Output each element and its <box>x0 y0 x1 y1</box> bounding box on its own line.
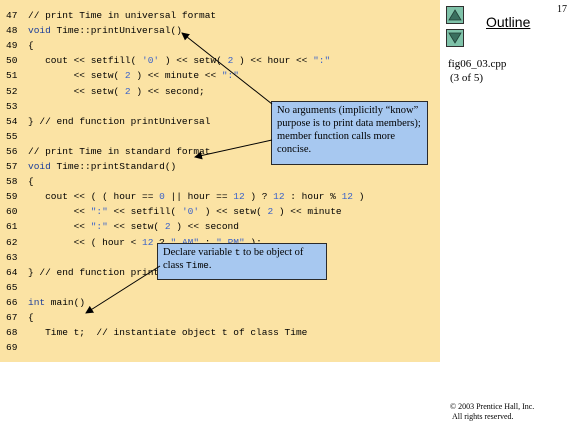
code-line: 59 cout << ( ( hour == 0 || hour == 12 )… <box>0 189 440 205</box>
code-text: void Time::printStandard() <box>28 161 177 172</box>
line-number: 56 <box>6 145 18 157</box>
line-number: 59 <box>6 191 18 203</box>
line-number: 66 <box>6 296 18 308</box>
triangle-up-icon <box>448 9 462 21</box>
code-line: 66 int main() <box>0 295 440 311</box>
code-text: { <box>28 312 34 323</box>
callout-declare-suffix: . <box>208 260 212 271</box>
code-text: cout << ( ( hour == 0 || hour == 12 ) ? … <box>28 191 365 203</box>
code-text: << ":" << setw( 2 ) << second <box>28 221 239 233</box>
nav-down-button[interactable] <box>446 29 464 47</box>
code-line: 69 <box>0 340 440 356</box>
line-number: 63 <box>6 251 18 263</box>
line-number: 61 <box>6 221 18 233</box>
callout-declare-prefix: Declare variable <box>163 247 235 258</box>
code-text: // print Time in universal format <box>28 10 217 21</box>
file-name: fig06_03.cpp <box>448 58 507 70</box>
code-text: void Time::printUniversal() <box>28 25 182 37</box>
triangle-down-icon <box>448 32 462 44</box>
part-indicator: (3 of 5) <box>450 72 483 84</box>
line-number: 69 <box>6 342 18 354</box>
line-number: 57 <box>6 161 18 172</box>
code-text: int main() <box>28 296 86 308</box>
code-line: 50 cout << setfill( '0' ) << setw( 2 ) <… <box>0 53 440 69</box>
line-number: 49 <box>6 40 18 52</box>
code-text: Time t; // instantiate object t of class… <box>28 327 308 339</box>
code-line: 58 { <box>0 174 440 190</box>
copyright-notice: © 2003 Prentice Hall, Inc. All rights re… <box>450 402 534 422</box>
line-number: 60 <box>6 206 18 218</box>
line-number: 65 <box>6 281 18 293</box>
page-number: 17 <box>557 4 567 15</box>
code-listing-panel: 47 // print Time in universal format 48 voi… <box>0 0 440 362</box>
line-number: 58 <box>6 176 18 188</box>
callout-declare-class: Time <box>186 260 209 271</box>
line-number: 47 <box>6 10 18 21</box>
line-number: 55 <box>6 130 18 142</box>
nav-up-button[interactable] <box>446 6 464 24</box>
line-number: 50 <box>6 55 18 67</box>
line-number: 54 <box>6 115 18 127</box>
line-number: 64 <box>6 266 18 278</box>
callout-no-arguments: No arguments (implicitly “know” purpose … <box>271 101 428 165</box>
code-line: 61 << ":" << setw( 2 ) << second <box>0 219 440 235</box>
line-number: 62 <box>6 236 18 248</box>
code-text: << setw( 2 ) << second; <box>28 85 205 97</box>
code-line: 52 << setw( 2 ) << second; <box>0 84 440 100</box>
code-line: 67 { <box>0 310 440 326</box>
line-number: 68 <box>6 327 18 339</box>
code-text: // print Time in standard format <box>28 145 211 157</box>
outline-link[interactable]: Outline <box>486 14 530 30</box>
line-number: 53 <box>6 100 18 112</box>
code-line: 51 << setw( 2 ) << minute << ":" <box>0 68 440 84</box>
line-number: 52 <box>6 85 18 97</box>
code-text: << setw( 2 ) << minute << ":" <box>28 70 239 82</box>
copyright-line-1: © 2003 Prentice Hall, Inc. <box>450 402 535 411</box>
code-line: 48 void Time::printUniversal() <box>0 23 440 39</box>
code-line: 60 << ":" << setfill( '0' ) << setw( 2 )… <box>0 204 440 220</box>
code-line: 47 // print Time in universal format <box>0 8 440 24</box>
callout-no-arguments-text: No arguments (implicitly “know” purpose … <box>277 105 421 155</box>
code-text: cout << setfill( '0' ) << setw( 2 ) << h… <box>28 55 331 67</box>
copyright-line-2: All rights reserved. <box>452 412 514 421</box>
line-number: 67 <box>6 312 18 323</box>
code-text: } // end function printUniversal <box>28 115 211 127</box>
line-number: 48 <box>6 25 18 37</box>
code-line: 49 { <box>0 38 440 54</box>
callout-declare-variable: Declare variable t to be object of class… <box>157 243 327 280</box>
line-number: 51 <box>6 70 18 82</box>
code-text: { <box>28 40 34 52</box>
code-line: 65 <box>0 280 440 296</box>
code-line: 68 Time t; // instantiate object t of cl… <box>0 325 440 341</box>
code-text: { <box>28 176 34 188</box>
code-text: << ":" << setfill( '0' ) << setw( 2 ) <<… <box>28 206 342 218</box>
